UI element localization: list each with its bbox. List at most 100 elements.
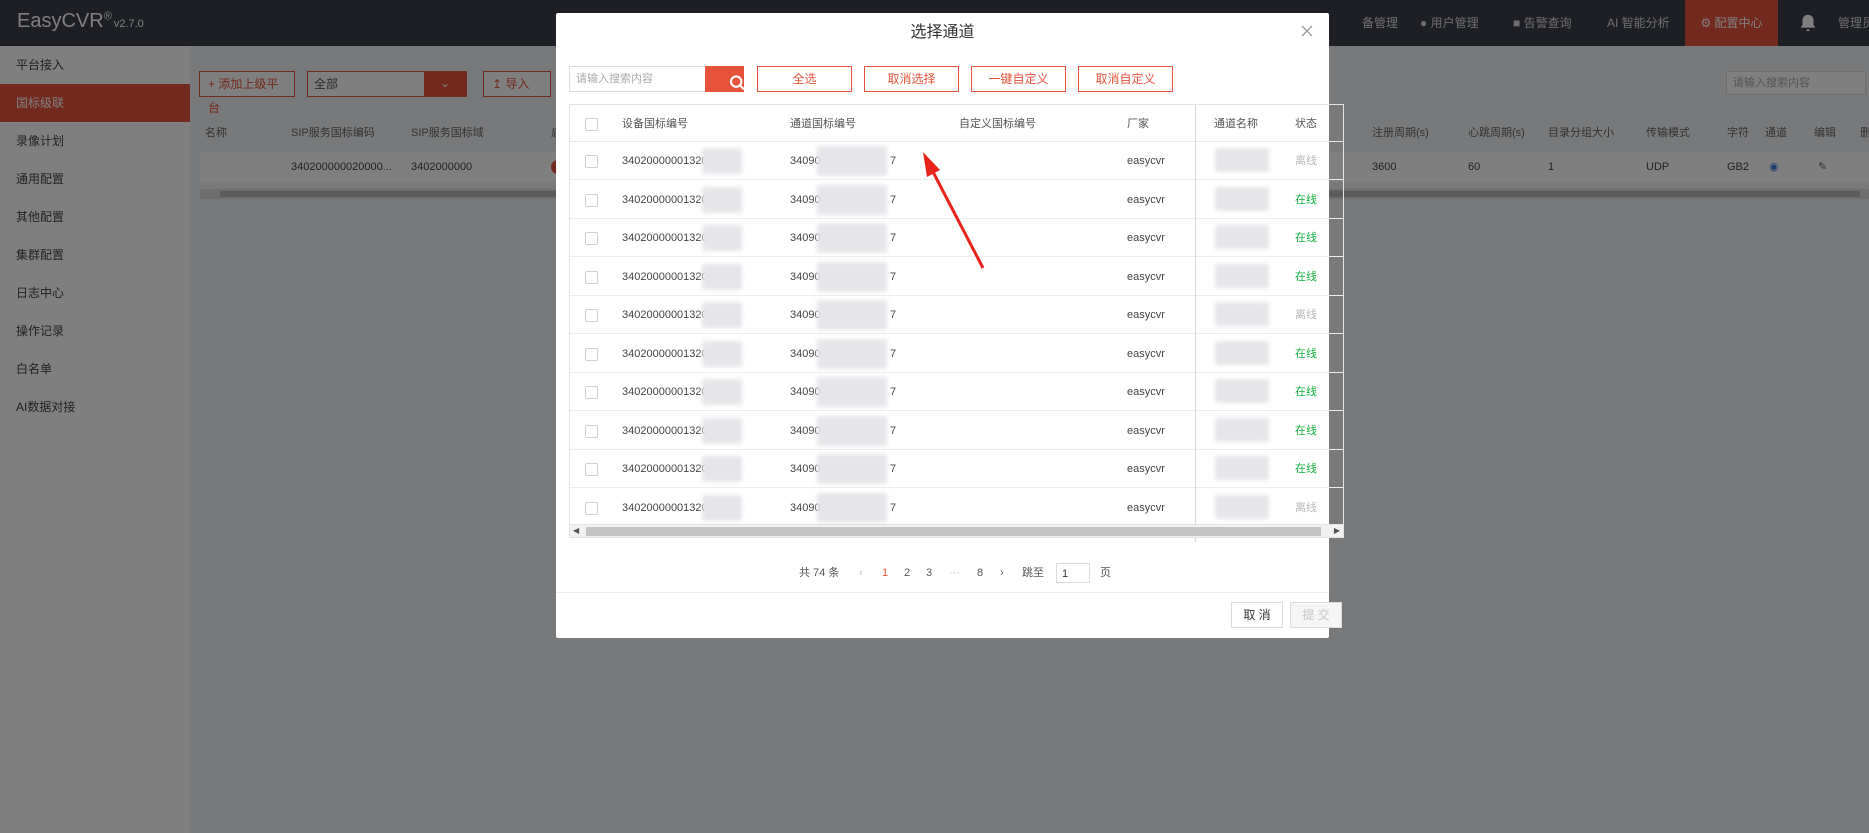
channel-code-cell: 34090 (790, 386, 821, 398)
status-cell: 在线 (1295, 270, 1317, 283)
column-header: 通道名称 (1214, 118, 1258, 130)
redacted-mask (702, 456, 742, 482)
page-ellipsis[interactable]: ··· (949, 563, 960, 583)
redacted-mask (702, 263, 742, 290)
cancel-button[interactable]: 取 消 (1231, 602, 1283, 628)
select-all-checkbox[interactable] (585, 118, 598, 131)
table-row[interactable]: 340200000013200 34090 7 easycvr 在线 (569, 335, 1344, 373)
table-row[interactable]: 340200000013200 34090 7 easycvr 在线 (569, 412, 1344, 450)
column-header: 设备国标编号 (622, 118, 688, 130)
device-code-cell: 340200000013200 (622, 347, 714, 360)
row-checkbox[interactable] (585, 155, 598, 168)
channel-code-cell: 34090 (790, 232, 821, 244)
dialog-title: 选择通道 (910, 24, 975, 41)
device-code-cell: 340200000013200 (622, 424, 714, 437)
table-row[interactable]: 340200000013200 34090 7 easycvr 在线 (569, 450, 1344, 488)
search-button[interactable] (705, 66, 745, 92)
device-code-cell: 340200000013200 (622, 386, 714, 398)
page-unit-label: 页 (1100, 567, 1111, 579)
column-header: 通道国标编号 (790, 118, 856, 130)
row-checkbox[interactable] (585, 501, 598, 515)
vendor-cell: easycvr (1127, 309, 1165, 321)
row-checkbox[interactable] (585, 424, 598, 438)
channel-search-input[interactable]: 请输入搜索内容 (569, 66, 705, 92)
redacted-mask (702, 148, 742, 174)
table-row[interactable]: 340200000013200 34090 7 easycvr 在线 (569, 219, 1344, 257)
redacted-mask (702, 186, 742, 213)
table-row[interactable]: 340200000013200 34090 7 easycvr 在线 (569, 181, 1344, 219)
redacted-mask (702, 340, 742, 367)
redacted-mask (817, 223, 887, 253)
status-cell: 离线 (1295, 309, 1317, 321)
row-checkbox[interactable] (585, 309, 598, 322)
redacted-mask (1215, 302, 1269, 326)
device-code-cell: 340200000013200 (622, 270, 714, 283)
goto-label: 跳至 (1022, 567, 1044, 579)
device-code-cell: 340200000013200 (622, 155, 714, 167)
next-page-icon[interactable]: › (1000, 563, 1004, 583)
redacted-mask (817, 300, 887, 330)
page-8[interactable]: 8 (977, 563, 983, 583)
device-code-cell: 340200000013200 (622, 463, 714, 475)
scroll-right-icon[interactable]: ▶ (1334, 525, 1340, 537)
row-checkbox[interactable] (585, 232, 598, 245)
channel-code-cell: 34090 (790, 501, 821, 514)
channel-code-suffix: 7 (890, 193, 897, 206)
row-checkbox[interactable] (585, 193, 598, 207)
table-row[interactable]: 340200000013200 34090 7 easycvr 离线 (569, 296, 1344, 334)
table-horizontal-scrollbar[interactable]: ◀ ▶ (569, 524, 1344, 538)
table-row[interactable]: 340200000013200 34090 7 easycvr 在线 (569, 373, 1344, 411)
channel-code-suffix: 7 (890, 309, 897, 321)
channel-code-suffix: 7 (890, 155, 897, 167)
table-row[interactable]: 340200000013200 34090 7 easycvr 离线 (569, 142, 1344, 180)
select-all-button[interactable]: 全选 (757, 66, 852, 92)
pagination: 共 74 条 ‹ 1 2 3 ··· 8 › 跳至 1 页 (556, 563, 1329, 583)
channel-code-cell: 34090 (790, 463, 821, 475)
cancel-customize-button[interactable]: 取消自定义 (1078, 66, 1173, 92)
status-cell: 在线 (1295, 463, 1317, 475)
row-checkbox[interactable] (585, 386, 598, 399)
channel-table-header: 设备国标编号 通道国标编号 自定义国标编号 厂家 通道名称 状态 (569, 104, 1344, 142)
page-1[interactable]: 1 (882, 563, 888, 583)
redacted-mask (1215, 494, 1269, 519)
table-row[interactable]: 340200000013200 34090 7 easycvr 在线 (569, 258, 1344, 296)
row-checkbox[interactable] (585, 347, 598, 361)
footer-divider (556, 592, 1329, 593)
status-cell: 离线 (1295, 501, 1317, 514)
page-2[interactable]: 2 (904, 563, 910, 583)
redacted-mask (817, 377, 887, 407)
channel-code-suffix: 7 (890, 270, 897, 283)
device-code-cell: 340200000013200 (622, 232, 714, 244)
vendor-cell: easycvr (1127, 386, 1165, 398)
redacted-mask (817, 492, 887, 523)
vendor-cell: easycvr (1127, 270, 1165, 283)
vendor-cell: easycvr (1127, 193, 1165, 206)
button-label: 取消选择 (887, 72, 936, 86)
scroll-left-icon[interactable]: ◀ (573, 525, 579, 537)
redacted-mask (1215, 148, 1269, 172)
button-label: 取消自定义 (1095, 72, 1156, 86)
table-row[interactable]: 340200000013200 34090 7 easycvr 离线 (569, 489, 1344, 527)
channel-code-cell: 34090 (790, 309, 821, 321)
page-3[interactable]: 3 (926, 563, 932, 583)
submit-button[interactable]: 提 交 (1290, 602, 1342, 628)
status-cell: 在线 (1295, 424, 1317, 437)
column-header: 自定义国标编号 (959, 118, 1036, 130)
status-cell: 在线 (1295, 386, 1317, 398)
status-cell: 在线 (1295, 193, 1317, 206)
redacted-mask (702, 302, 742, 328)
close-icon[interactable] (1297, 21, 1317, 41)
deselect-button[interactable]: 取消选择 (864, 66, 959, 92)
status-cell: 在线 (1295, 347, 1317, 360)
prev-page-icon[interactable]: ‹ (859, 563, 863, 583)
channel-code-suffix: 7 (890, 386, 897, 398)
scroll-thumb[interactable] (586, 527, 1321, 536)
channel-code-cell: 34090 (790, 155, 821, 167)
one-click-customize-button[interactable]: 一键自定义 (971, 66, 1066, 92)
status-cell: 在线 (1295, 232, 1317, 244)
channel-code-cell: 34090 (790, 347, 821, 360)
row-checkbox[interactable] (585, 270, 598, 284)
goto-page-input[interactable]: 1 (1056, 563, 1090, 583)
row-checkbox[interactable] (585, 463, 598, 476)
channel-code-cell: 34090 (790, 424, 821, 437)
